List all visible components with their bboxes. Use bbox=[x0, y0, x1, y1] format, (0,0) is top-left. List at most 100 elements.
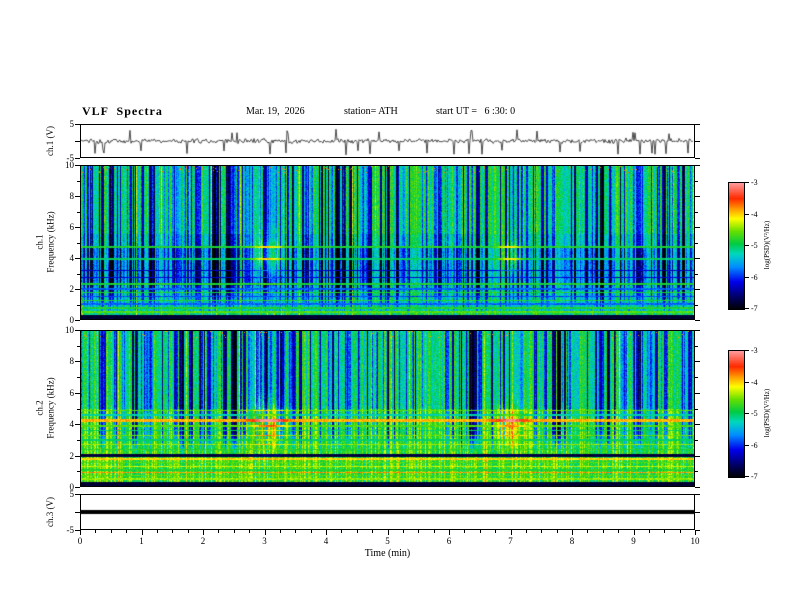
x-minor-tick-mark bbox=[95, 530, 96, 533]
ch1-waveform-canvas bbox=[81, 125, 694, 157]
y-tick-label: 6 bbox=[44, 222, 74, 232]
y-tick-label: 8 bbox=[44, 191, 74, 201]
ch1-colorbar bbox=[728, 182, 745, 310]
x-tick-label: 9 bbox=[624, 536, 644, 546]
x-minor-tick-mark bbox=[649, 530, 650, 533]
y-tick-mark bbox=[75, 320, 80, 321]
y-tick-mark bbox=[695, 487, 700, 488]
ch1-freq-ylabel-line2: Frequency (kHz) bbox=[46, 165, 57, 320]
x-minor-tick-mark bbox=[557, 530, 558, 533]
colorbar-tick-label: -3 bbox=[751, 178, 758, 187]
y-minor-tick-mark bbox=[77, 409, 80, 410]
x-minor-tick-mark bbox=[372, 530, 373, 533]
y-tick-mark bbox=[695, 361, 700, 362]
colorbar-tick-mark bbox=[745, 245, 749, 246]
x-tick-mark bbox=[511, 530, 512, 535]
x-minor-tick-mark bbox=[172, 530, 173, 533]
y-tick-label: 10 bbox=[44, 160, 74, 170]
colorbar-tick-label: -5 bbox=[751, 241, 758, 250]
y-tick-mark bbox=[75, 124, 80, 125]
y-minor-tick-mark bbox=[695, 212, 698, 213]
y-tick-mark bbox=[695, 165, 700, 166]
y-tick-label: 4 bbox=[44, 419, 74, 429]
y-tick-mark bbox=[695, 512, 700, 513]
y-tick-mark bbox=[695, 330, 700, 331]
x-axis-label: Time (min) bbox=[80, 548, 695, 559]
y-minor-tick-mark bbox=[77, 181, 80, 182]
ch2-spectrogram-panel bbox=[80, 330, 695, 487]
y-minor-tick-mark bbox=[695, 181, 698, 182]
y-minor-tick-mark bbox=[695, 377, 698, 378]
x-tick-label: 10 bbox=[685, 536, 705, 546]
y-tick-label: 5 bbox=[44, 489, 74, 499]
x-minor-tick-mark bbox=[280, 530, 281, 533]
y-tick-label: 6 bbox=[44, 388, 74, 398]
y-tick-label: 0 bbox=[44, 315, 74, 325]
x-minor-tick-mark bbox=[526, 530, 527, 533]
ch1-colorbar-canvas bbox=[729, 183, 744, 309]
colorbar-tick-label: -4 bbox=[751, 378, 758, 387]
y-minor-tick-mark bbox=[695, 440, 698, 441]
station-label: station= ATH bbox=[344, 106, 398, 117]
y-tick-mark bbox=[695, 320, 700, 321]
y-tick-label: 8 bbox=[44, 356, 74, 366]
x-tick-mark bbox=[634, 530, 635, 535]
x-tick-mark bbox=[695, 530, 696, 535]
y-tick-mark bbox=[695, 141, 700, 142]
colorbar-tick-mark bbox=[745, 350, 749, 351]
y-tick-label: -5 bbox=[44, 525, 74, 535]
ch2-freq-ylabel-line1: ch.2 bbox=[35, 331, 46, 486]
x-tick-label: 0 bbox=[70, 536, 90, 546]
y-tick-mark bbox=[75, 512, 80, 513]
y-tick-mark bbox=[695, 124, 700, 125]
x-minor-tick-mark bbox=[357, 530, 358, 533]
y-tick-mark bbox=[75, 158, 80, 159]
y-tick-mark bbox=[75, 196, 80, 197]
ch2-colorbar bbox=[728, 350, 745, 478]
colorbar-tick-mark bbox=[745, 413, 749, 414]
ch1-freq-ylabel: ch.1 Frequency (kHz) bbox=[35, 165, 57, 320]
x-tick-mark bbox=[80, 530, 81, 535]
x-tick-label: 8 bbox=[562, 536, 582, 546]
x-minor-tick-mark bbox=[249, 530, 250, 533]
y-tick-label: 2 bbox=[44, 451, 74, 461]
x-minor-tick-mark bbox=[434, 530, 435, 533]
y-minor-tick-mark bbox=[695, 243, 698, 244]
y-tick-mark bbox=[75, 227, 80, 228]
y-tick-mark bbox=[75, 141, 80, 142]
x-tick-label: 5 bbox=[378, 536, 398, 546]
x-minor-tick-mark bbox=[126, 530, 127, 533]
x-tick-mark bbox=[388, 530, 389, 535]
date-label: Mar. 19, 2026 bbox=[246, 106, 305, 117]
colorbar-tick-label: -5 bbox=[751, 409, 758, 418]
ch1-waveform-panel bbox=[80, 124, 695, 158]
y-tick-mark bbox=[75, 393, 80, 394]
ch3-waveform-panel bbox=[80, 494, 695, 530]
colorbar-tick-label: -6 bbox=[751, 273, 758, 282]
x-tick-label: 7 bbox=[501, 536, 521, 546]
plot-title: VLF Spectra bbox=[82, 104, 163, 119]
x-minor-tick-mark bbox=[111, 530, 112, 533]
x-minor-tick-mark bbox=[403, 530, 404, 533]
y-tick-mark bbox=[75, 494, 80, 495]
y-minor-tick-mark bbox=[695, 409, 698, 410]
x-minor-tick-mark bbox=[664, 530, 665, 533]
x-minor-tick-mark bbox=[480, 530, 481, 533]
colorbar-tick-mark bbox=[745, 445, 749, 446]
x-tick-label: 3 bbox=[255, 536, 275, 546]
y-minor-tick-mark bbox=[77, 440, 80, 441]
colorbar-tick-label: -7 bbox=[751, 472, 758, 481]
colorbar-tick-mark bbox=[745, 476, 749, 477]
vlf-spectra-plot: VLF Spectra Mar. 19, 2026 station= ATH s… bbox=[0, 0, 792, 612]
y-tick-mark bbox=[75, 487, 80, 488]
ch3-waveform-canvas bbox=[81, 495, 694, 529]
colorbar-tick-mark bbox=[745, 214, 749, 215]
colorbar-tick-mark bbox=[745, 182, 749, 183]
y-minor-tick-mark bbox=[77, 274, 80, 275]
y-minor-tick-mark bbox=[77, 346, 80, 347]
y-tick-mark bbox=[695, 227, 700, 228]
ch2-spectrogram-canvas bbox=[81, 331, 694, 486]
y-tick-mark bbox=[695, 196, 700, 197]
y-minor-tick-mark bbox=[77, 377, 80, 378]
y-tick-mark bbox=[75, 330, 80, 331]
